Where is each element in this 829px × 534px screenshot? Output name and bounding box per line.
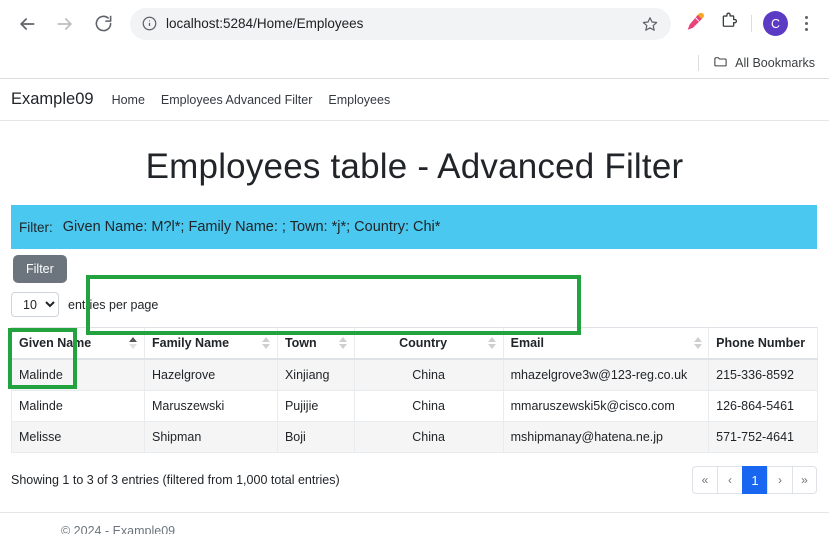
nav-link-employees-advanced-filter[interactable]: Employees Advanced Filter xyxy=(161,93,312,107)
browser-toolbar: localhost:5284/Home/Employees C xyxy=(0,0,829,47)
cell-family-name: Maruszewski xyxy=(143,390,278,422)
pagination-first[interactable]: « xyxy=(692,466,717,494)
nav-link-home[interactable]: Home xyxy=(112,93,145,107)
filter-bar: Filter: xyxy=(11,205,817,249)
eyedropper-icon xyxy=(685,12,704,36)
cell-town: Xinjiang xyxy=(276,359,355,391)
cell-given-name: Malinde xyxy=(11,390,145,422)
entries-per-page-label: entries per page xyxy=(68,297,159,312)
cell-town: Boji xyxy=(276,421,355,453)
cell-phone: 571-752-4641 xyxy=(708,421,818,453)
column-label: Town xyxy=(284,336,317,350)
filter-button-container: Filter xyxy=(0,249,829,283)
bookmarks-divider xyxy=(698,54,700,71)
column-header-country[interactable]: Country xyxy=(353,327,504,360)
column-header-email[interactable]: Email xyxy=(502,327,710,360)
column-label: Country xyxy=(399,336,448,350)
filter-label: Filter: xyxy=(19,219,53,235)
site-navbar: Example09 Home Employees Advanced Filter… xyxy=(0,79,829,121)
site-info-icon[interactable] xyxy=(138,13,160,35)
cell-country: China xyxy=(353,359,504,391)
kebab-dot xyxy=(804,16,808,19)
entries-per-page-row: 10 25 50 100 entries per page xyxy=(0,283,829,317)
url-text[interactable]: localhost:5284/Home/Employees xyxy=(160,16,639,31)
entries-per-page-select[interactable]: 10 25 50 100 xyxy=(11,292,59,317)
cell-country: China xyxy=(353,390,504,422)
navbar-brand[interactable]: Example09 xyxy=(11,90,94,109)
extensions-button[interactable] xyxy=(713,9,743,39)
table-header-row: Given Name Family Name Town Country Emai… xyxy=(11,327,818,360)
copyright-text: © 2024 - Example09 xyxy=(61,524,176,534)
column-header-phone-number: Phone Number xyxy=(708,327,818,360)
column-label: Given Name xyxy=(19,336,92,350)
cell-country: China xyxy=(353,421,504,453)
site-footer: © 2024 - Example09 xyxy=(0,512,829,534)
sort-arrows-icon[interactable] xyxy=(488,335,497,351)
reload-icon xyxy=(94,14,113,33)
sort-arrows-icon[interactable] xyxy=(339,335,348,351)
page-content: Example09 Home Employees Advanced Filter… xyxy=(0,79,829,534)
browser-chrome: localhost:5284/Home/Employees C All Book… xyxy=(0,0,829,79)
showing-entries-info: Showing 1 to 3 of 3 entries (filtered fr… xyxy=(11,473,340,487)
cell-family-name: Hazelgrove xyxy=(143,359,278,391)
forward-arrow-icon xyxy=(55,14,75,34)
profile-avatar[interactable]: C xyxy=(763,11,788,36)
reload-button[interactable] xyxy=(87,8,119,40)
column-header-given-name[interactable]: Given Name xyxy=(11,327,145,360)
cell-town: Pujijie xyxy=(276,390,355,422)
bookmark-star-icon[interactable] xyxy=(639,13,661,35)
employees-table: Given Name Family Name Town Country Emai… xyxy=(11,327,818,453)
pagination-prev[interactable]: ‹ xyxy=(717,466,742,494)
table-row[interactable]: Malinde Hazelgrove Xinjiang China mhazel… xyxy=(11,359,818,391)
eyedropper-button[interactable] xyxy=(679,9,709,39)
pagination: « ‹ 1 › » xyxy=(692,466,817,494)
sort-arrows-icon[interactable] xyxy=(693,335,702,351)
all-bookmarks-button[interactable]: All Bookmarks xyxy=(713,54,815,72)
address-bar[interactable]: localhost:5284/Home/Employees xyxy=(130,7,671,40)
table-row[interactable]: Malinde Maruszewski Pujijie China mmarus… xyxy=(11,390,818,422)
kebab-dot xyxy=(804,22,808,25)
chrome-menu-button[interactable] xyxy=(793,9,819,39)
cell-email: mhazelgrove3w@123-reg.co.uk xyxy=(502,359,710,391)
cell-given-name: Melisse xyxy=(11,421,145,453)
folder-icon xyxy=(713,54,728,72)
column-label: Family Name xyxy=(151,336,230,350)
back-button[interactable] xyxy=(11,8,43,40)
cell-email: mmaruszewski5k@cisco.com xyxy=(502,390,710,422)
page-title: Employees table - Advanced Filter xyxy=(145,147,684,186)
kebab-dot xyxy=(804,28,808,31)
forward-button[interactable] xyxy=(49,8,81,40)
table-body: Malinde Hazelgrove Xinjiang China mhazel… xyxy=(11,359,818,453)
sort-arrows-icon[interactable] xyxy=(129,335,138,351)
pagination-last[interactable]: » xyxy=(792,466,817,494)
pagination-next[interactable]: › xyxy=(767,466,792,494)
table-footer: Showing 1 to 3 of 3 entries (filtered fr… xyxy=(0,453,829,494)
cell-email: mshipmanay@hatena.ne.jp xyxy=(502,421,710,453)
puzzle-piece-icon xyxy=(719,12,738,36)
column-label: Email xyxy=(510,336,544,350)
bookmarks-bar: All Bookmarks xyxy=(0,47,829,78)
sort-arrows-icon[interactable] xyxy=(262,335,271,351)
cell-phone: 126-864-5461 xyxy=(708,390,818,422)
nav-link-employees[interactable]: Employees xyxy=(328,93,390,107)
cell-family-name: Shipman xyxy=(143,421,278,453)
column-header-family-name[interactable]: Family Name xyxy=(143,327,278,360)
toolbar-divider xyxy=(751,15,752,32)
cell-given-name: Malinde xyxy=(11,359,145,391)
cell-phone: 215-336-8592 xyxy=(708,359,818,391)
column-header-town[interactable]: Town xyxy=(276,327,355,360)
filter-input[interactable] xyxy=(58,210,539,244)
filter-button[interactable]: Filter xyxy=(13,255,67,283)
pagination-page-1[interactable]: 1 xyxy=(742,466,767,494)
column-label: Phone Number xyxy=(716,336,806,350)
navbar-links: Home Employees Advanced Filter Employees xyxy=(112,93,391,107)
back-arrow-icon xyxy=(17,14,37,34)
table-row[interactable]: Melisse Shipman Boji China mshipmanay@ha… xyxy=(11,421,818,453)
all-bookmarks-label: All Bookmarks xyxy=(735,55,815,70)
table-header: Given Name Family Name Town Country Emai… xyxy=(11,327,818,360)
